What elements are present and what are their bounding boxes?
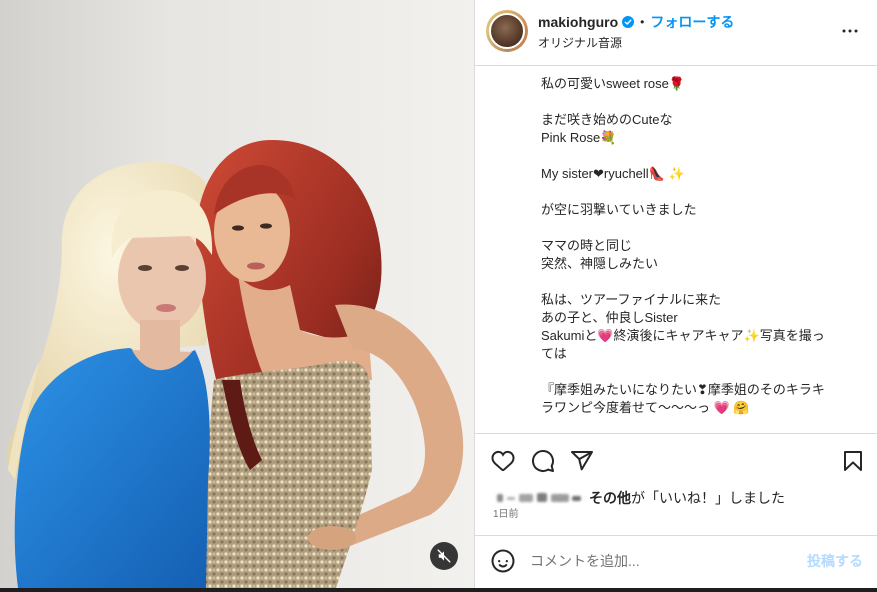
comment-button[interactable] xyxy=(531,449,555,473)
caption-line: 『摩季姐みたいになりたい❣摩季姐のそのキラキ xyxy=(541,382,825,397)
share-icon xyxy=(571,451,593,471)
caption-paragraph: まだ咲き始めのCuteな Pink Rose💐 xyxy=(541,111,867,147)
caption-paragraph: が空に羽撃いていきました xyxy=(541,201,867,219)
caption-paragraph: ママの時と同じ 突然、神隠しみたい xyxy=(541,237,867,273)
save-button[interactable] xyxy=(841,449,865,473)
caption-paragraph: 私は、ツアーファイナルに来た あの子と、仲良しSister Sakumiと💗終演… xyxy=(541,291,867,363)
caption-paragraph: 『摩季姐みたいになりたい❣摩季姐のそのキラキ ラワンピ今度着せて～～～っ 💗 🤗 xyxy=(541,381,867,417)
post-comment-button[interactable]: 投稿する xyxy=(807,551,863,571)
post-photo[interactable] xyxy=(0,0,474,588)
caption-line: ラワンピ今度着せて～～～っ 💗 🤗 xyxy=(541,400,750,415)
liked-by-blurred xyxy=(495,491,583,505)
avatar-image xyxy=(489,13,525,49)
separator: • xyxy=(640,15,645,29)
caption-line: 突然、神隠しみたい xyxy=(541,256,659,271)
audio-label[interactable]: オリジナル音源 xyxy=(538,35,622,51)
caption-line: ては xyxy=(541,346,567,361)
add-comment-bar: 投稿する xyxy=(475,535,877,588)
caption-line: 私は、ツアーファイナルに来た xyxy=(541,292,722,307)
window-bottom-edge xyxy=(0,588,877,592)
avatar[interactable] xyxy=(486,10,528,52)
instagram-post-view: makiohguro • フォローする オリジナル音源 私の可愛いsweet r… xyxy=(0,0,877,592)
post-sidebar: makiohguro • フォローする オリジナル音源 私の可愛いsweet r… xyxy=(474,0,877,588)
comment-input[interactable] xyxy=(530,549,785,573)
post-photo-image xyxy=(0,0,474,588)
comment-icon xyxy=(532,450,554,472)
share-button[interactable] xyxy=(570,449,594,473)
caption-line: My sister❤ryuchell👠 ✨ xyxy=(541,166,685,181)
caption-line: Sakumiと💗終演後にキャアキャア✨写真を撮っ xyxy=(541,328,825,343)
speaker-muted-icon xyxy=(437,549,451,563)
likes-others-link[interactable]: その他 xyxy=(589,488,631,508)
verified-badge-icon xyxy=(622,16,635,28)
heart-icon xyxy=(491,450,515,472)
like-button[interactable] xyxy=(491,449,515,473)
post-header: makiohguro • フォローする オリジナル音源 xyxy=(475,0,877,66)
caption: 私の可愛いsweet rose🌹 まだ咲き始めのCuteな Pink Rose💐… xyxy=(541,75,867,427)
likes-suffix: が「いいね！」しました xyxy=(631,490,785,506)
caption-line: ママの時と同じ xyxy=(541,238,633,253)
header-user-line: makiohguro • フォローする xyxy=(538,13,734,31)
follow-button[interactable]: フォローする xyxy=(650,12,734,32)
caption-line: が空に羽撃いていきました xyxy=(541,202,697,217)
bookmark-icon xyxy=(844,451,862,471)
likes-summary: その他 が「いいね！」しました xyxy=(495,489,785,507)
caption-line: まだ咲き始めのCuteな xyxy=(541,112,673,127)
more-options-button[interactable] xyxy=(838,19,862,43)
caption-paragraph: My sister❤ryuchell👠 ✨ xyxy=(541,165,867,183)
mute-button[interactable] xyxy=(430,542,458,570)
caption-paragraph: 私の可愛いsweet rose🌹 xyxy=(541,75,867,93)
emoji-button[interactable] xyxy=(491,549,515,573)
caption-line: 私の可愛いsweet rose🌹 xyxy=(541,76,686,91)
username[interactable]: makiohguro xyxy=(538,14,618,30)
action-bar: その他 が「いいね！」しました 1日前 xyxy=(475,433,877,535)
post-timestamp[interactable]: 1日前 xyxy=(493,509,519,521)
emoji-icon xyxy=(491,549,515,573)
caption-line: Pink Rose💐 xyxy=(541,130,617,145)
more-horizontal-icon xyxy=(842,29,858,33)
caption-line: あの子と、仲良しSister xyxy=(541,310,678,325)
